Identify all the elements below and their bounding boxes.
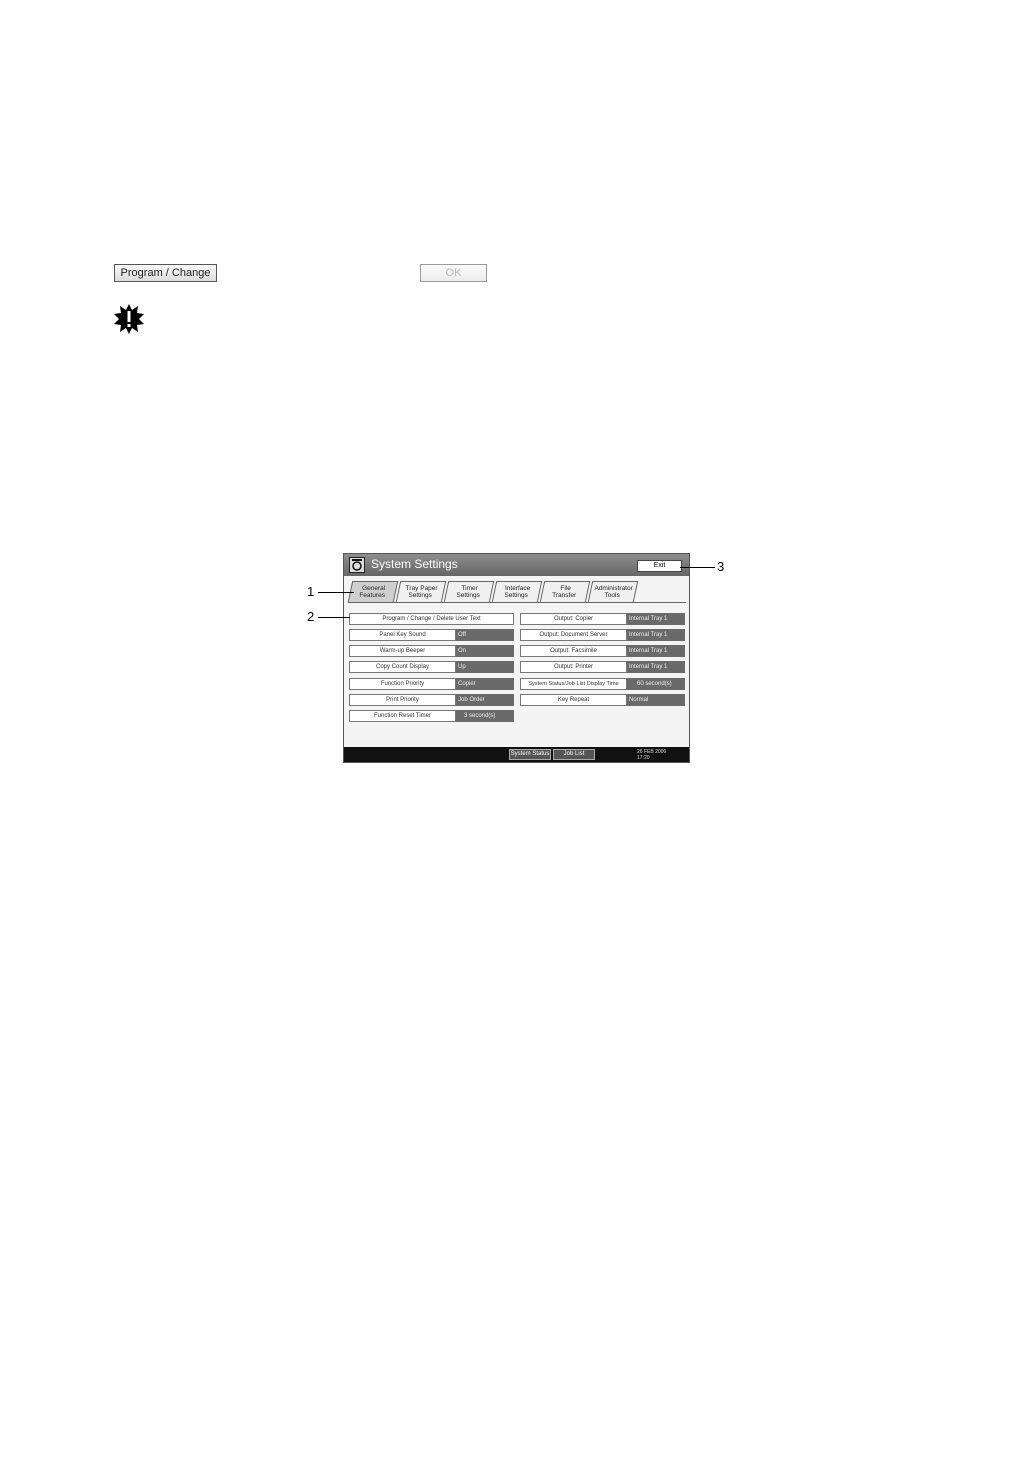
tab-timer-settings[interactable]: Timer Settings — [443, 581, 495, 602]
function-priority-button[interactable]: Function Priority — [349, 678, 456, 690]
output-copier-button[interactable]: Output: Copier — [520, 613, 627, 625]
setting-value: Internal Tray 1 — [627, 645, 685, 657]
callout-2: 2 — [307, 609, 315, 624]
setting-row: Key Repeat Normal — [520, 694, 685, 706]
program-change-delete-user-text-button[interactable]: Program / Change / Delete User Text — [349, 613, 514, 625]
tab-bar: General Features Tray Paper Settings Timer… — [347, 581, 688, 603]
setting-value: Off — [456, 629, 514, 641]
setting-row: Output: Printer Internal Tray 1 — [520, 661, 685, 673]
setting-value: Up — [456, 661, 514, 673]
system-status-button[interactable]: System Status — [509, 749, 551, 760]
setting-row: Copy Count Display Up — [349, 661, 514, 673]
date-time: 26 FEB 2006 17:20 — [637, 749, 666, 761]
ok-button[interactable]: OK — [420, 264, 487, 282]
callout-3-line — [680, 567, 715, 568]
setting-row: Panel Key Sound Off — [349, 629, 514, 641]
callout-1-line — [318, 592, 354, 593]
setting-value: Internal Tray 1 — [627, 629, 685, 641]
callout-2-line — [318, 617, 350, 618]
job-list-button[interactable]: Job List — [553, 749, 595, 760]
settings-icon — [349, 557, 365, 573]
warm-up-beeper-button[interactable]: Warm-up Beeper — [349, 645, 456, 657]
system-settings-screen: System Settings Exit General Features Tra… — [343, 553, 690, 763]
setting-value: Copier — [456, 678, 514, 690]
setting-row: Function Priority Copier — [349, 678, 514, 690]
setting-row: Print Priority Job Order — [349, 694, 514, 706]
output-document-server-button[interactable]: Output: Document Server — [520, 629, 627, 641]
tab-interface-settings[interactable]: Interface Settings — [491, 581, 543, 602]
setting-value: Internal Tray 1 — [627, 661, 685, 673]
function-reset-timer-button[interactable]: Function Reset Timer — [349, 710, 456, 722]
callout-1: 1 — [307, 584, 315, 599]
callout-3: 3 — [717, 559, 725, 574]
setting-row: Output: Copier Internal Tray 1 — [520, 613, 685, 625]
system-status-job-list-display-time-button[interactable]: System Status/Job List Display Time — [520, 678, 627, 690]
output-facsimile-button[interactable]: Output: Facsimile — [520, 645, 627, 657]
title-bar: System Settings Exit — [344, 554, 689, 576]
setting-value: Internal Tray 1 — [627, 613, 685, 625]
print-priority-button[interactable]: Print Priority — [349, 694, 456, 706]
setting-value: 3 second(s) — [456, 710, 514, 722]
time-text: 17:20 — [637, 755, 650, 761]
setting-value: Job Order — [456, 694, 514, 706]
setting-value: Normal — [627, 694, 685, 706]
setting-value: On — [456, 645, 514, 657]
output-printer-button[interactable]: Output: Printer — [520, 661, 627, 673]
setting-row: Function Reset Timer 3 second(s) — [349, 710, 514, 722]
setting-row: Output: Document Server Internal Tray 1 — [520, 629, 685, 641]
exit-button[interactable]: Exit — [637, 560, 682, 572]
tab-tray-paper-settings[interactable]: Tray Paper Settings — [395, 581, 447, 602]
setting-row: Output: Facsimile Internal Tray 1 — [520, 645, 685, 657]
key-repeat-button[interactable]: Key Repeat — [520, 694, 627, 706]
tab-file-transfer[interactable]: File Transfer — [539, 581, 591, 602]
setting-row: Warm-up Beeper On — [349, 645, 514, 657]
tab-divider — [348, 602, 686, 603]
important-icon — [114, 304, 144, 334]
tab-administrator-tools[interactable]: Administrator Tools — [587, 581, 639, 602]
setting-row: Program / Change / Delete User Text — [349, 613, 514, 625]
tab-general-features[interactable]: General Features — [347, 581, 399, 602]
setting-row: System Status/Job List Display Time 60 s… — [520, 678, 685, 690]
copy-count-display-button[interactable]: Copy Count Display — [349, 661, 456, 673]
screen-title: System Settings — [371, 557, 458, 571]
status-bar: System Status Job List 26 FEB 2006 17:20 — [344, 747, 689, 762]
setting-value: 60 second(s) — [627, 678, 685, 690]
program-change-button[interactable]: Program / Change — [114, 264, 217, 282]
panel-key-sound-button[interactable]: Panel Key Sound — [349, 629, 456, 641]
